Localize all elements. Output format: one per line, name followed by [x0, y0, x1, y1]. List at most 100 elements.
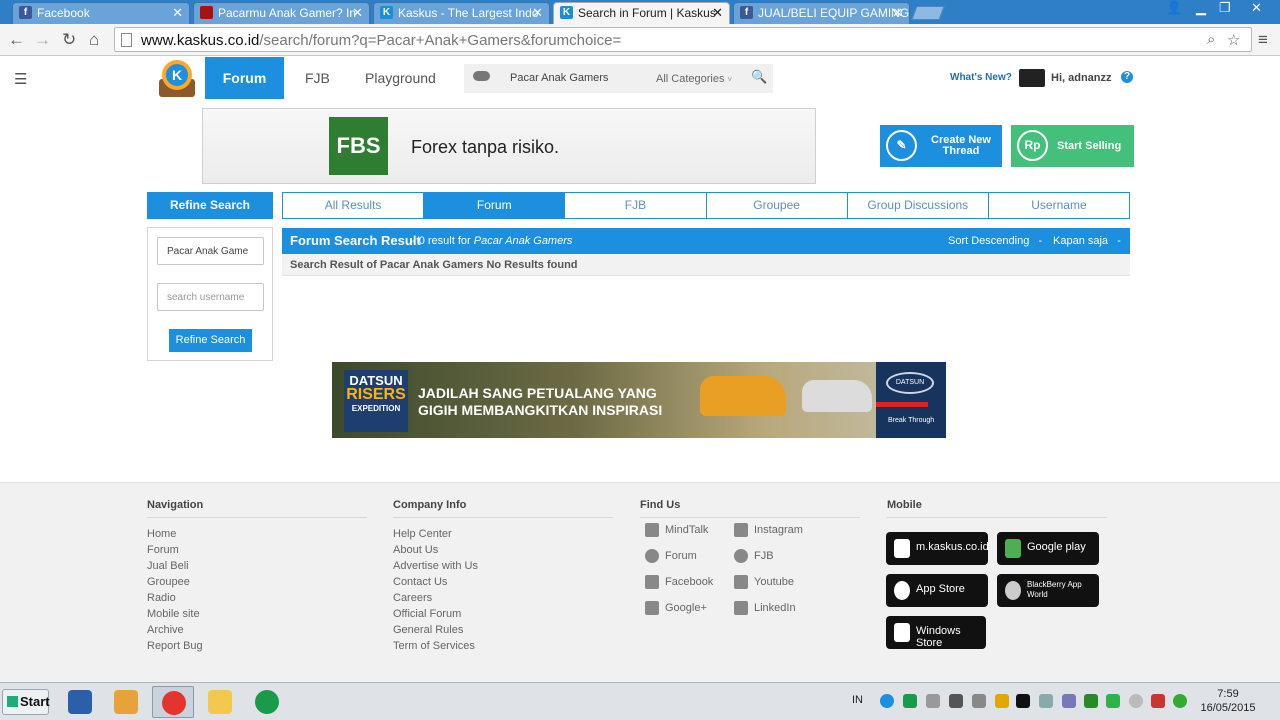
whats-new-link[interactable]: What's New? [950, 72, 1012, 83]
site-search-input[interactable]: Pacar Anak Gamers [510, 72, 608, 84]
taskbar-media-player[interactable] [105, 686, 147, 718]
nav-playground[interactable]: Playground [365, 57, 436, 99]
footer-link-facebook[interactable]: Facebook [645, 575, 713, 589]
google-play-button[interactable]: Google play [997, 532, 1099, 565]
footer-link-contact-us[interactable]: Contact Us [393, 574, 613, 590]
tab-jual-beli[interactable]: f JUAL/BELI EQUIP GAMING ✕ [733, 2, 910, 24]
footer-link-twitter-forum[interactable]: Forum [645, 549, 697, 563]
start-selling-button[interactable]: Rp Start Selling [1011, 125, 1134, 167]
taskbar-chrome[interactable] [152, 686, 194, 718]
flag-tray-icon[interactable] [1151, 694, 1165, 708]
footer-link-general-rules[interactable]: General Rules [393, 622, 613, 638]
datsun-banner-ad[interactable]: DATSUN RISERS EXPEDITION JADILAH SANG PE… [332, 362, 946, 438]
close-window-icon[interactable]: ✕ [1251, 0, 1262, 16]
taskbar-app[interactable] [246, 686, 288, 718]
address-bar[interactable]: www.kaskus.co.id/search/forum?q=Pacar+An… [114, 27, 1252, 52]
battery-icon[interactable] [926, 694, 940, 708]
footer-link-home[interactable]: Home [147, 526, 367, 542]
footer-link-mindtalk[interactable]: MindTalk [645, 523, 708, 537]
close-tab-icon[interactable]: ✕ [892, 3, 903, 23]
app-store-button[interactable]: App Store [886, 574, 988, 607]
footer-link-about-us[interactable]: About Us [393, 542, 613, 558]
tab-groupee[interactable]: Groupee [707, 193, 848, 218]
tab-facebook[interactable]: f Facebook ✕ [12, 2, 190, 24]
tab-group-discussions[interactable]: Group Discussions [848, 193, 989, 218]
close-tab-icon[interactable]: ✕ [172, 3, 183, 23]
footer-link-groupee[interactable]: Groupee [147, 574, 367, 590]
kaskus-logo[interactable]: K [155, 57, 199, 99]
footer-link-radio[interactable]: Radio [147, 590, 367, 606]
refine-search-button[interactable]: Refine Search [169, 329, 252, 352]
chrome-menu-icon[interactable]: ≡ [1258, 30, 1268, 50]
footer-link-linkedin[interactable]: LinkedIn [734, 601, 796, 615]
start-button[interactable]: Start [2, 689, 50, 715]
username-search-input[interactable]: search username [157, 283, 264, 311]
close-tab-icon[interactable]: ✕ [352, 3, 363, 23]
time-filter-dropdown[interactable]: Kapan saja - [1053, 235, 1121, 247]
footer-link-careers[interactable]: Careers [393, 590, 613, 606]
restore-icon[interactable]: ❐ [1219, 0, 1231, 16]
minimize-icon[interactable]: ▁ [1196, 0, 1206, 16]
tray-icon[interactable] [1129, 694, 1143, 708]
camera-tray-icon[interactable] [1016, 694, 1030, 708]
close-tab-icon[interactable]: ✕ [712, 3, 723, 23]
google-drive-icon[interactable] [1106, 694, 1120, 708]
back-icon[interactable]: ← [8, 30, 25, 50]
tab-forum[interactable]: Forum [424, 193, 566, 218]
help-icon[interactable]: ? [1121, 71, 1133, 83]
taskbar-explorer[interactable] [199, 686, 241, 718]
check-tray-icon[interactable] [1173, 694, 1187, 708]
fbs-banner-ad[interactable]: FBS Forex tanpa risiko. [202, 108, 816, 184]
user-greeting[interactable]: Hi, adnanzz [1051, 72, 1112, 84]
green-tray-icon[interactable] [903, 694, 917, 708]
url-text[interactable]: www.kaskus.co.id/search/forum?q=Pacar+An… [141, 32, 621, 49]
search-icon[interactable]: 🔍 [751, 69, 767, 85]
footer-link-help-center[interactable]: Help Center [393, 526, 613, 542]
footer-link-mobile-site[interactable]: Mobile site [147, 606, 367, 622]
mobile-site-button[interactable]: m.kaskus.co.id [886, 532, 989, 565]
footer-link-terms[interactable]: Term of Services [393, 638, 613, 654]
avatar[interactable] [1019, 69, 1045, 87]
blackberry-button[interactable]: BlackBerry App World [997, 574, 1099, 607]
footer-link-instagram[interactable]: Instagram [734, 523, 803, 537]
create-new-thread-button[interactable]: ✎ Create New Thread [880, 125, 1002, 167]
bookmark-star-icon[interactable]: ☆ [1227, 31, 1240, 49]
refine-query-input[interactable]: Pacar Anak Game [157, 237, 264, 265]
forward-icon[interactable]: → [34, 30, 51, 50]
sort-dropdown[interactable]: Sort Descending - [948, 235, 1042, 247]
tab-fjb[interactable]: FJB [565, 193, 707, 218]
footer-link-youtube[interactable]: Youtube [734, 575, 794, 589]
close-tab-icon[interactable]: ✕ [532, 3, 543, 23]
footer-link-google-plus[interactable]: Google+ [645, 601, 707, 615]
system-clock[interactable]: 7:59 16/05/2015 [1200, 687, 1256, 715]
nav-forum[interactable]: Forum [205, 57, 284, 99]
footer-link-twitter-fjb[interactable]: FJB [734, 549, 774, 563]
footer-link-archive[interactable]: Archive [147, 622, 367, 638]
tab-all-results[interactable]: All Results [283, 193, 425, 218]
hamburger-menu-icon[interactable]: ☰ [14, 70, 27, 88]
footer-link-jual-beli[interactable]: Jual Beli [147, 558, 367, 574]
tab-pacarmu[interactable]: Pacarmu Anak Gamer? In ✕ [193, 2, 370, 24]
footer-link-forum[interactable]: Forum [147, 542, 367, 558]
tab-username[interactable]: Username [989, 193, 1129, 218]
zoom-icon[interactable]: ⌕ [1207, 31, 1215, 48]
tab-search-forum[interactable]: K Search in Forum | Kaskus ✕ [553, 2, 730, 24]
footer-link-official-forum[interactable]: Official Forum [393, 606, 613, 622]
tray-icon[interactable] [1039, 694, 1053, 708]
footer-link-report-bug[interactable]: Report Bug [147, 638, 367, 654]
ie-tray-icon[interactable] [880, 694, 894, 708]
nav-fjb[interactable]: FJB [305, 57, 330, 99]
folder-tray-icon[interactable] [995, 694, 1009, 708]
footer-link-advertise[interactable]: Advertise with Us [393, 558, 613, 574]
tab-kaskus-home[interactable]: K Kaskus - The Largest Indo ✕ [373, 2, 550, 24]
tray-icon[interactable] [1084, 694, 1098, 708]
tray-icon[interactable] [1062, 694, 1076, 708]
new-tab-button[interactable] [911, 6, 945, 20]
category-select[interactable]: All Categories ˅ [656, 73, 732, 85]
language-indicator[interactable]: IN [852, 694, 863, 706]
home-icon[interactable]: ⌂ [89, 30, 99, 50]
taskbar-word[interactable] [59, 686, 101, 718]
reload-icon[interactable]: ↻ [62, 30, 76, 50]
windows-store-button[interactable]: Windows Store [886, 616, 986, 649]
user-profile-icon[interactable]: 👤 [1166, 0, 1182, 16]
